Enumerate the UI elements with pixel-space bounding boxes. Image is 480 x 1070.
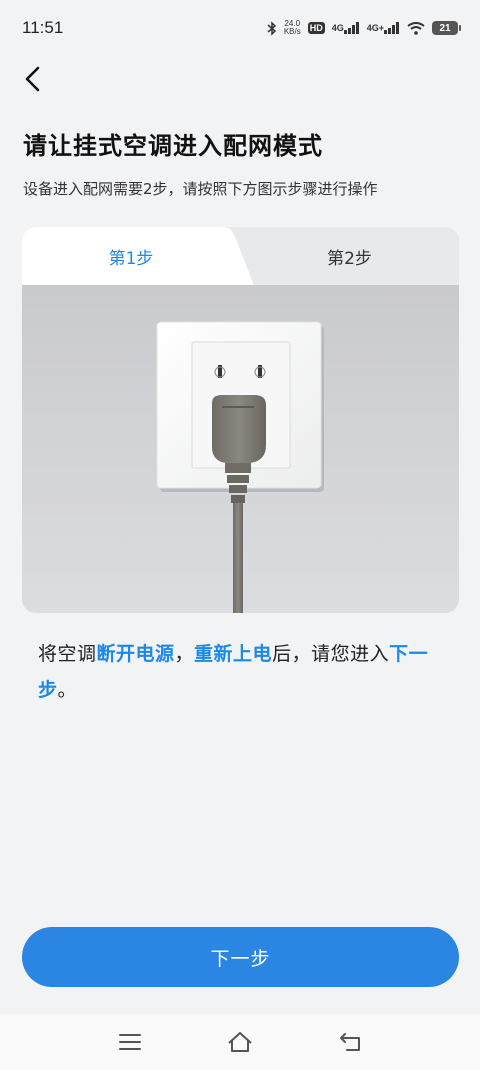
back-nav-button[interactable]: [330, 1022, 370, 1062]
step-tabs: 第1步 第2步: [22, 227, 459, 285]
socket-illustration: [22, 285, 459, 613]
tab-step-1[interactable]: 第1步: [22, 227, 240, 285]
instruction-part-3: 后，请您进入: [272, 643, 390, 665]
instruction-highlight-power-on: 重新上电: [194, 643, 273, 665]
hd-badge: HD: [307, 22, 325, 34]
sim2-label: 4G+: [366, 22, 384, 33]
battery-icon: 21: [432, 21, 461, 35]
signal-icon: 4G: [332, 22, 360, 34]
menu-button[interactable]: [110, 1022, 150, 1062]
instruction-highlight-power-off: 断开电源: [96, 643, 175, 665]
tab-step-2[interactable]: 第2步: [240, 227, 459, 285]
network-speed: 24.0 KB/s: [284, 20, 301, 36]
page-subtitle: 设备进入配网需要2步，请按照下方图示步骤进行操作: [23, 180, 378, 198]
speed-unit: KB/s: [283, 27, 301, 36]
status-time: 11:51: [22, 18, 64, 37]
next-step-button[interactable]: 下一步: [22, 927, 459, 987]
status-icons: 24.0 KB/s HD 4G 4G+ 21: [267, 20, 461, 36]
menu-icon: [119, 1034, 141, 1050]
back-arrow-icon: [25, 66, 40, 92]
instruction-part-1: 将空调: [38, 643, 97, 665]
instruction-part-4: 。: [57, 679, 78, 701]
signal-icon: 4G+: [367, 22, 400, 34]
back-button[interactable]: [24, 62, 56, 96]
home-icon: [228, 1032, 252, 1052]
page-title: 请让挂式空调进入配网模式: [23, 132, 323, 160]
instruction-part-2: ，: [174, 643, 195, 665]
sim1-label: 4G: [331, 22, 344, 33]
bluetooth-icon: [267, 20, 277, 36]
system-nav-bar: [0, 1014, 480, 1070]
back-icon: [340, 1033, 360, 1051]
steps-card: 第1步 第2步: [22, 227, 459, 613]
home-button[interactable]: [220, 1022, 260, 1062]
wifi-icon: [407, 21, 425, 35]
status-bar: 11:51 24.0 KB/s HD 4G 4G+ 21: [0, 0, 480, 56]
instruction-text: 将空调断开电源，重新上电后，请您进入下一步。: [38, 636, 448, 708]
